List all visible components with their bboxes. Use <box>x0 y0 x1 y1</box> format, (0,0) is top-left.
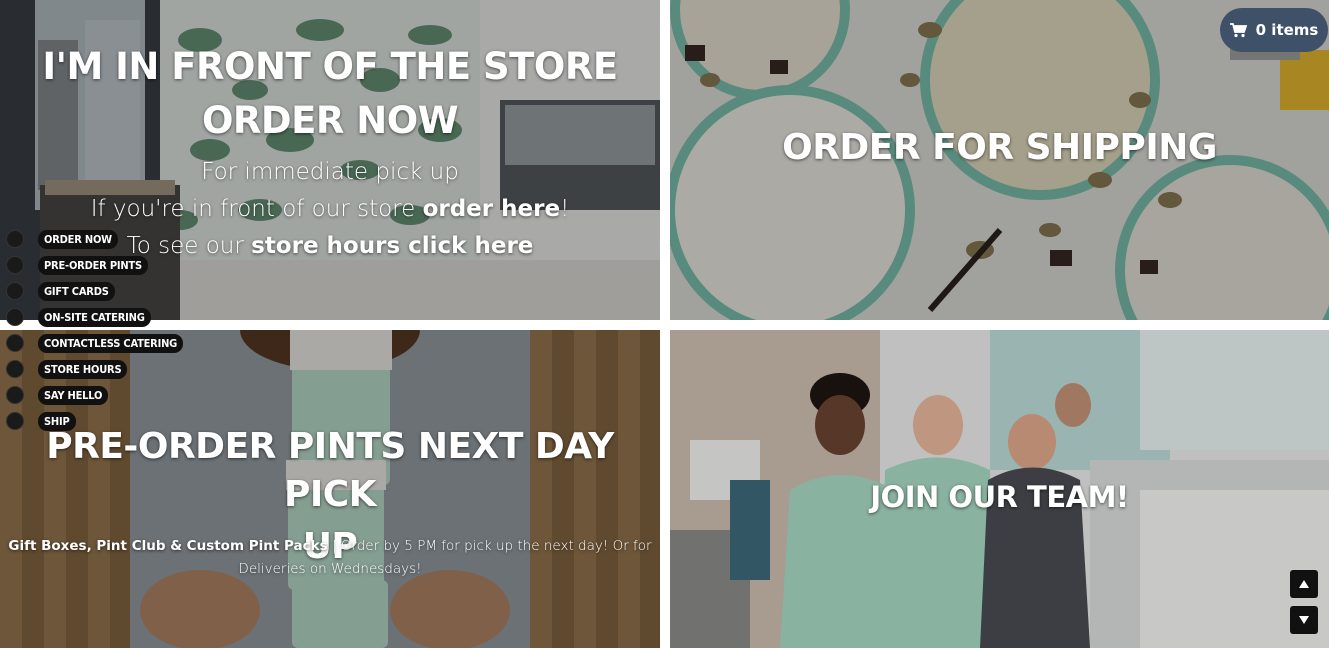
scroll-up-button[interactable] <box>1290 570 1318 598</box>
side-nav-label[interactable]: PRE-ORDER PINTS <box>38 255 148 275</box>
arrow-down-icon <box>1299 616 1309 624</box>
store-order-suffix: ! <box>560 196 570 222</box>
side-nav-item[interactable]: PRE-ORDER PINTS <box>6 252 183 278</box>
side-nav-label[interactable]: ON-SITE CATERING <box>38 307 151 327</box>
side-nav-item[interactable]: ON-SITE CATERING <box>6 304 183 330</box>
side-nav-label[interactable]: STORE HOURS <box>38 359 128 379</box>
join-team-panel[interactable]: JOIN OUR TEAM! <box>670 330 1329 648</box>
nav-dot[interactable] <box>6 334 24 352</box>
store-order-prefix: If you're in front of our store <box>90 196 423 222</box>
cart-button[interactable]: 0 items <box>1220 8 1328 52</box>
side-nav-label[interactable]: GIFT CARDS <box>38 281 115 301</box>
preorder-desc-bold: Gift Boxes, Pint Club & Custom Pint Pack… <box>8 538 328 554</box>
preorder-title-line1: PRE-ORDER PINTS NEXT DAY PICK <box>46 426 614 515</box>
nav-dot[interactable] <box>6 256 24 274</box>
preorder-desc-line1: Gift Boxes, Pint Club & Custom Pint Pack… <box>0 535 660 558</box>
side-nav-label[interactable]: CONTACTLESS CATERING <box>38 333 184 353</box>
side-nav-item[interactable]: ORDER NOW <box>6 226 183 252</box>
shopping-cart-icon <box>1229 22 1247 37</box>
store-order-line: If you're in front of our store order he… <box>0 191 660 228</box>
nav-dot[interactable] <box>6 308 24 326</box>
side-nav-item[interactable]: SAY HELLO <box>6 382 183 408</box>
store-title-line2: ORDER NOW <box>201 99 459 142</box>
side-nav: ORDER NOW PRE-ORDER PINTS GIFT CARDS ON-SIT… <box>6 226 184 434</box>
scroll-down-button[interactable] <box>1290 606 1318 634</box>
side-nav-item[interactable]: STORE HOURS <box>6 356 183 382</box>
side-nav-label[interactable]: ORDER NOW <box>38 229 118 249</box>
shipping-title: ORDER FOR SHIPPING <box>782 127 1217 168</box>
nav-dot[interactable] <box>6 282 24 300</box>
nav-dot[interactable] <box>6 230 24 248</box>
order-here-link[interactable]: order here <box>423 196 560 222</box>
side-nav-label[interactable]: SHIP <box>38 411 76 431</box>
store-hours-link[interactable]: store hours click here <box>251 233 533 259</box>
nav-dot[interactable] <box>6 412 24 430</box>
side-nav-item[interactable]: SHIP <box>6 408 183 434</box>
side-nav-item[interactable]: CONTACTLESS CATERING <box>6 330 184 356</box>
arrow-up-icon <box>1299 580 1309 588</box>
cart-count-label: 0 items <box>1255 21 1319 39</box>
nav-dot[interactable] <box>6 360 24 378</box>
join-team-title: JOIN OUR TEAM! <box>870 480 1129 514</box>
store-pickup-text: For immediate pick up <box>201 159 459 185</box>
preorder-desc-line2: Deliveries on Wednesdays! <box>238 561 422 577</box>
side-nav-label[interactable]: SAY HELLO <box>38 385 109 405</box>
nav-dot[interactable] <box>6 386 24 404</box>
store-title-line1: I'M IN FRONT OF THE STORE <box>42 45 618 88</box>
side-nav-item[interactable]: GIFT CARDS <box>6 278 183 304</box>
preorder-desc-rest: | Order by 5 PM for pick up the next day… <box>327 538 652 554</box>
